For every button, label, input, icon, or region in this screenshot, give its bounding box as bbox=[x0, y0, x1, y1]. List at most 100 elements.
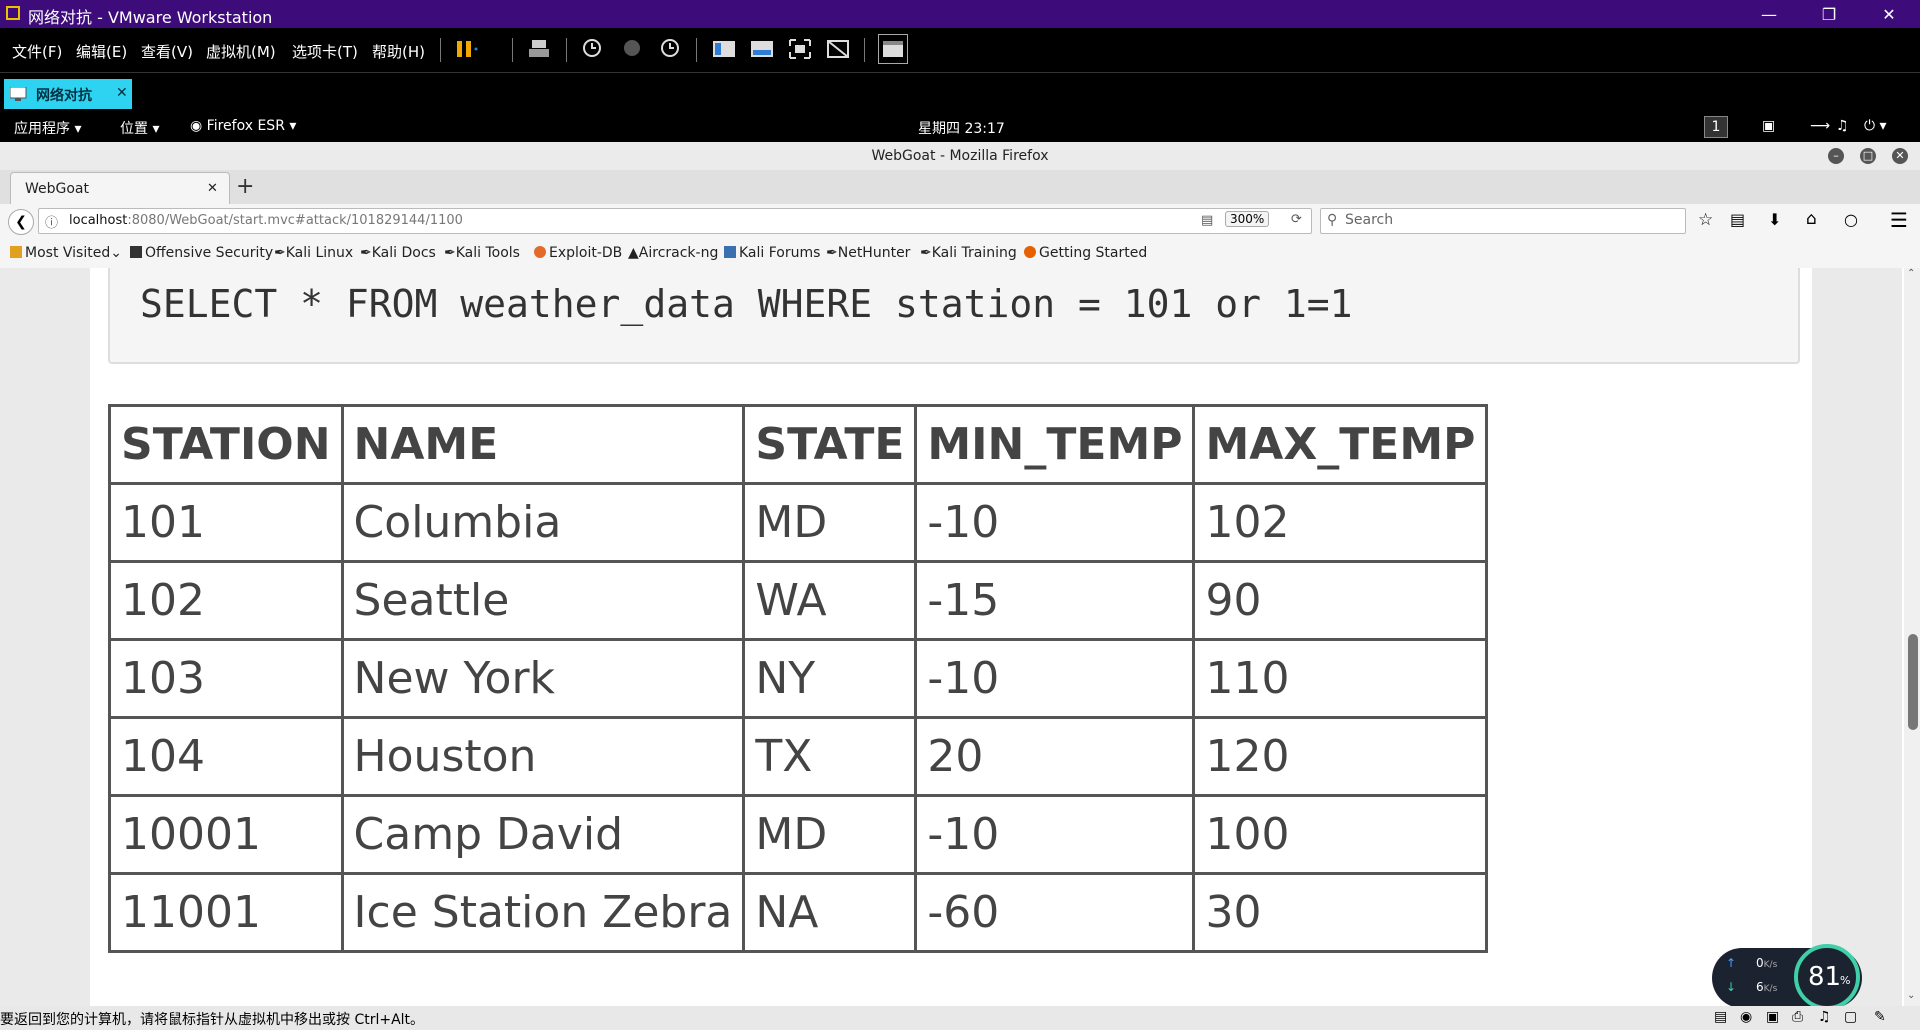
col-min-temp: MIN_TEMP bbox=[914, 404, 1196, 485]
bookmark-offensive-security[interactable]: Offensive Security bbox=[130, 245, 273, 261]
volume-icon[interactable]: ♫ bbox=[1836, 118, 1849, 134]
sound-icon[interactable]: ♫ bbox=[1818, 1009, 1831, 1025]
cell-station: 102 bbox=[108, 560, 344, 641]
pocket-icon[interactable]: ○ bbox=[1844, 210, 1858, 229]
firefox-tab-webgoat[interactable]: WebGoat ✕ bbox=[10, 172, 230, 205]
page-scrollbar[interactable]: ⌃ ⌄ bbox=[1904, 268, 1920, 1006]
menu-file[interactable]: 文件(F) bbox=[12, 41, 62, 62]
firefox-tab-strip: WebGoat ✕ + bbox=[0, 170, 1920, 205]
chevron-down-icon: ▾ bbox=[74, 121, 82, 137]
ff-minimize-icon[interactable]: – bbox=[1828, 148, 1844, 164]
zoom-indicator[interactable]: 300% bbox=[1225, 211, 1270, 227]
firefox-app-label: Firefox ESR bbox=[206, 118, 285, 134]
cell-max-temp: 120 bbox=[1192, 716, 1489, 797]
menu-hamburger-icon[interactable]: ☰ bbox=[1890, 208, 1908, 232]
bookmark-kali-docs[interactable]: ✒Kali Docs bbox=[360, 245, 436, 261]
power-icon[interactable]: ⏻ ▾ bbox=[1864, 118, 1887, 134]
tab-title: WebGoat bbox=[25, 181, 90, 197]
cell-state: NA bbox=[742, 872, 918, 953]
back-button[interactable]: ❮ bbox=[8, 209, 34, 235]
restore-button[interactable]: ❐ bbox=[1800, 0, 1858, 28]
scroll-down-icon[interactable]: ⌄ bbox=[1907, 990, 1915, 1001]
console-view-icon[interactable] bbox=[878, 34, 908, 64]
vm-tab-close-icon[interactable]: ✕ bbox=[116, 85, 128, 101]
cell-station: 10001 bbox=[108, 794, 344, 875]
printer-icon[interactable]: ⎙ bbox=[1792, 1009, 1803, 1025]
bookmark-star-icon[interactable]: ☆ bbox=[1698, 210, 1713, 230]
bookmark-label: Kali Forums bbox=[739, 245, 821, 261]
firefox-app-menu[interactable]: ◉ Firefox ESR ▾ bbox=[190, 118, 296, 134]
cell-state: MD bbox=[742, 482, 918, 563]
revert-snapshot-icon[interactable] bbox=[620, 38, 644, 60]
table-row: 102 Seattle WA -15 90 bbox=[108, 560, 1489, 641]
kali-dragon-icon: ✒ bbox=[274, 245, 286, 261]
tab-close-icon[interactable]: ✕ bbox=[207, 181, 218, 196]
clock[interactable]: 星期四 23:17 bbox=[918, 118, 1005, 138]
home-icon[interactable]: ⌂ bbox=[1806, 209, 1817, 229]
cell-name: New York bbox=[340, 638, 746, 719]
new-tab-button[interactable]: + bbox=[236, 174, 254, 199]
pause-icon[interactable] bbox=[454, 38, 478, 60]
firefox-title-bar: WebGoat - Mozilla Firefox – □ ✕ bbox=[0, 142, 1920, 170]
bookmark-aircrack-ng[interactable]: ▲Aircrack-ng bbox=[628, 245, 718, 261]
vm-tab[interactable]: 网络对抗 ✕ bbox=[4, 79, 132, 109]
vm-tab-icon bbox=[9, 86, 28, 101]
full-screen-icon[interactable] bbox=[788, 38, 812, 60]
places-label: 位置 bbox=[120, 121, 148, 137]
show-library-icon[interactable] bbox=[712, 38, 736, 60]
ff-close-icon[interactable]: ✕ bbox=[1892, 148, 1908, 164]
bookmark-kali-tools[interactable]: ✒Kali Tools bbox=[444, 245, 520, 261]
sql-query-box: SELECT * FROM weather_data WHERE station… bbox=[108, 268, 1800, 364]
close-button[interactable]: ✕ bbox=[1860, 0, 1918, 28]
cell-state: MD bbox=[742, 794, 918, 875]
bookmark-kali-forums[interactable]: Kali Forums bbox=[724, 245, 820, 261]
display-icon[interactable]: ▢ bbox=[1844, 1009, 1857, 1025]
library-icon[interactable]: ▤ bbox=[1730, 210, 1745, 229]
menu-help[interactable]: 帮助(H) bbox=[372, 41, 425, 62]
network-speed-widget[interactable]: ↑ 0K/s ↓ 6K/s 81 % bbox=[1712, 944, 1862, 1010]
cell-min-temp: -10 bbox=[914, 482, 1196, 563]
bookmark-kali-training[interactable]: ✒Kali Training bbox=[920, 245, 1017, 261]
bookmark-label: Most Visited bbox=[25, 245, 111, 261]
scrollbar-thumb[interactable] bbox=[1908, 634, 1918, 730]
info-icon[interactable]: ⓘ bbox=[45, 212, 58, 231]
minimize-button[interactable]: — bbox=[1740, 0, 1798, 28]
ff-maximize-icon[interactable]: □ bbox=[1860, 148, 1876, 164]
cell-name: Camp David bbox=[340, 794, 746, 875]
video-icon[interactable]: ▣ bbox=[1762, 118, 1775, 134]
snapshot-icon[interactable] bbox=[580, 38, 604, 60]
reader-view-icon[interactable]: ▤ bbox=[1201, 213, 1213, 228]
places-menu[interactable]: 位置 ▾ bbox=[120, 118, 159, 138]
col-station: STATION bbox=[108, 404, 344, 485]
gnome-top-bar: 应用程序 ▾ 位置 ▾ ◉ Firefox ESR ▾ 星期四 23:17 1 … bbox=[0, 112, 1920, 142]
workspace-indicator[interactable]: 1 bbox=[1704, 116, 1728, 138]
network-icon[interactable]: ⟶ bbox=[1810, 118, 1830, 134]
bookmark-most-visited[interactable]: Most Visited⌄ bbox=[10, 245, 122, 261]
reload-icon[interactable]: ⟳ bbox=[1291, 212, 1302, 227]
window-title: 网络对抗 - VMware Workstation bbox=[28, 8, 273, 27]
snapshot-manager-icon[interactable] bbox=[658, 38, 682, 60]
menu-view[interactable]: 查看(V) bbox=[141, 41, 193, 62]
bookmark-kali-linux[interactable]: ✒Kali Linux bbox=[274, 245, 353, 261]
scroll-up-icon[interactable]: ⌃ bbox=[1907, 268, 1915, 279]
cd-icon[interactable]: ◉ bbox=[1740, 1009, 1752, 1025]
thumbnail-bar-icon[interactable] bbox=[750, 38, 774, 60]
applications-menu[interactable]: 应用程序 ▾ bbox=[14, 118, 81, 138]
menu-vm[interactable]: 虚拟机(M) bbox=[206, 41, 276, 62]
cell-max-temp: 110 bbox=[1192, 638, 1489, 719]
hdd-icon[interactable]: ▤ bbox=[1714, 1009, 1727, 1025]
url-bar[interactable]: ⓘ localhost:8080/WebGoat/start.mvc#attac… bbox=[38, 208, 1312, 234]
menu-tabs[interactable]: 选项卡(T) bbox=[292, 41, 358, 62]
search-bar[interactable]: ⚲ Search bbox=[1320, 208, 1686, 234]
menu-edit[interactable]: 编辑(E) bbox=[76, 41, 127, 62]
download-icon[interactable]: ⬇ bbox=[1768, 210, 1781, 229]
bookmark-nethunter[interactable]: ✒NetHunter bbox=[826, 245, 910, 261]
send-ctrl-alt-del-icon[interactable] bbox=[528, 38, 552, 60]
col-name: NAME bbox=[340, 404, 746, 485]
bookmark-getting-started[interactable]: Getting Started bbox=[1024, 245, 1147, 261]
network-adapter-icon[interactable]: ▣ bbox=[1766, 1009, 1779, 1025]
status-message: 要返回到您的计算机，请将鼠标指针从虚拟机中移出或按 Ctrl+Alt。 bbox=[0, 1012, 425, 1028]
notes-icon[interactable]: ✎ bbox=[1874, 1009, 1886, 1025]
bookmark-exploit-db[interactable]: Exploit-DB bbox=[534, 245, 622, 261]
unity-icon[interactable] bbox=[826, 38, 850, 60]
